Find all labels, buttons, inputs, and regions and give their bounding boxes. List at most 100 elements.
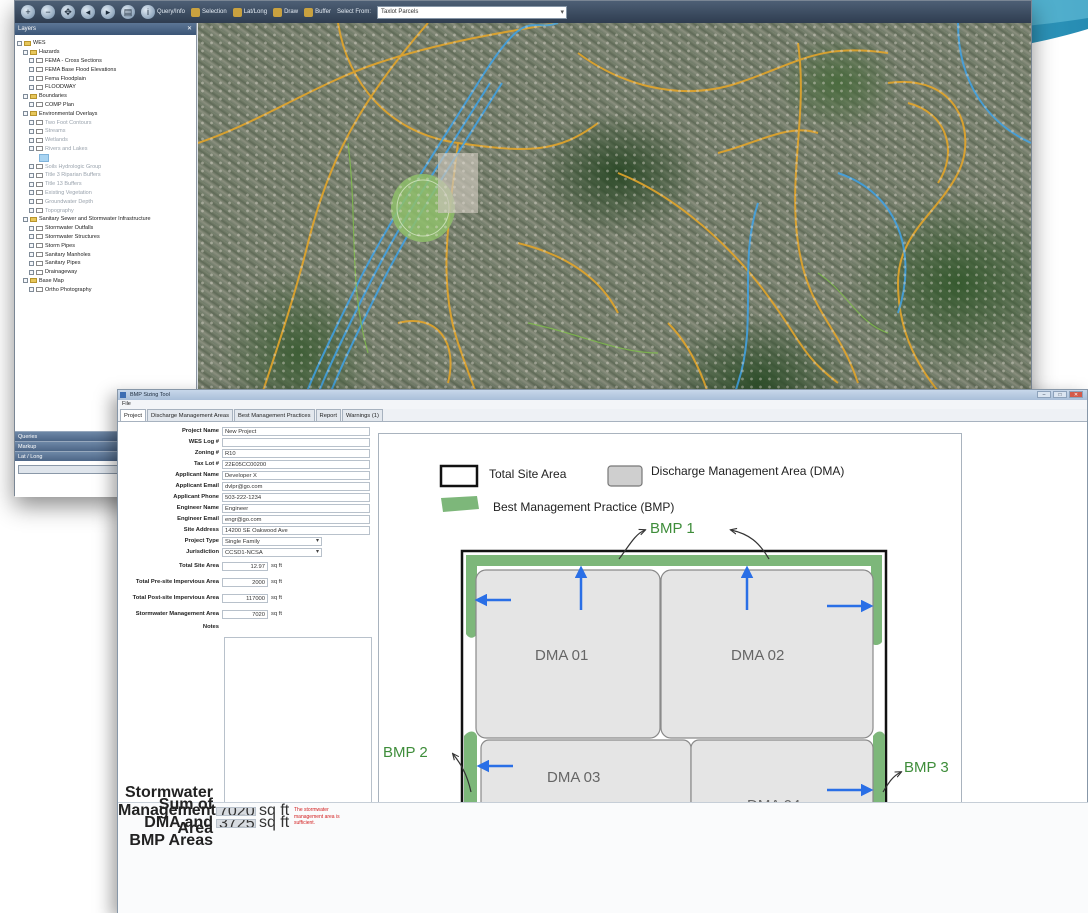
legend-bmp-swatch [441,496,479,512]
layer-checkbox[interactable] [29,287,34,293]
layer-checkbox[interactable] [23,278,28,284]
layer-item[interactable]: Sanitary Sewer and Stormwater Infrastruc… [17,215,196,224]
layer-checkbox[interactable] [29,225,34,231]
layer-symbol-icon [36,146,43,152]
layer-checkbox[interactable] [29,137,34,143]
layer-checkbox[interactable] [29,181,34,187]
layer-item[interactable]: Two Foot Contours [17,118,196,127]
forward-icon[interactable]: ▸ [101,5,115,19]
layer-item[interactable]: Base Map [17,277,196,286]
jurisdiction-select[interactable]: CCSD1-NCSA [222,547,322,557]
layer-item[interactable]: Stormwater Structures [17,233,196,242]
layer-item[interactable]: WES [17,39,196,48]
layer-checkbox[interactable] [29,234,34,240]
project-type-select[interactable]: Single Family [222,536,322,546]
layer-checkbox[interactable] [29,128,34,134]
zoom-in-icon[interactable]: + [21,5,35,19]
layer-item[interactable]: Sanitary Manholes [17,250,196,259]
print-icon[interactable]: ▤ [121,5,135,19]
close-window-icon[interactable]: ✕ [1069,391,1083,398]
post-impervious-input[interactable]: 117000 [222,593,268,603]
layer-item[interactable]: Existing Vegetation [17,189,196,198]
latlong-button[interactable]: Lat/Long [232,7,267,17]
layer-item[interactable]: Hazards [17,48,196,57]
zoom-out-icon[interactable]: − [41,5,55,19]
layer-checkbox[interactable] [29,199,34,205]
layer-checkbox[interactable] [29,260,34,266]
minimize-icon[interactable]: – [1037,391,1051,398]
layer-checkbox[interactable] [29,269,34,275]
layer-checkbox[interactable] [29,102,34,108]
layer-checkbox[interactable] [23,111,28,117]
buffer-button[interactable]: Buffer [304,7,331,17]
layer-checkbox[interactable] [29,146,34,152]
query-info-button[interactable]: i Query/Info [141,5,185,19]
close-icon[interactable]: ✕ [187,23,192,35]
select-from-dropdown[interactable]: Taxlot Parcels [377,5,567,19]
layer-checkbox[interactable] [29,252,34,258]
layer-item[interactable]: Topography [17,206,196,215]
layer-checkbox[interactable] [23,49,28,55]
layer-checkbox[interactable] [29,84,34,90]
layer-item[interactable]: Streams [17,127,196,136]
wes-log-input[interactable] [222,437,370,447]
total-site-area-label: Total Site Area [179,563,219,569]
menu-file[interactable]: File [122,401,131,407]
layer-item[interactable]: Stormwater Outfalls [17,224,196,233]
tab-report[interactable]: Report [315,409,341,421]
layer-checkbox[interactable] [29,76,34,82]
layer-item[interactable]: Soils Hydrologic Group [17,162,196,171]
tab-project[interactable]: Project [120,409,147,421]
tab-warnings[interactable]: Warnings (1) [341,409,383,421]
layer-checkbox[interactable] [23,93,28,99]
engineer-name-input[interactable]: Engineer [222,503,370,513]
pan-icon[interactable]: ✥ [61,5,75,19]
layer-item[interactable]: Environmental Overlays [17,109,196,118]
total-site-area-input[interactable]: 12.97 [222,561,268,571]
project-name-input[interactable]: New Project [222,426,370,436]
site-address-input[interactable]: 14200 SE Oakwood Ave [222,525,370,535]
layer-checkbox[interactable] [29,67,34,73]
pre-impervious-input[interactable]: 2000 [222,577,268,587]
layer-checkbox[interactable] [29,58,34,64]
layer-item[interactable]: Rivers and Lakes [17,145,196,154]
layer-checkbox[interactable] [17,40,22,46]
layer-checkbox[interactable] [29,164,34,170]
layer-item[interactable]: FEMA - Cross Sections [17,57,196,66]
layer-item[interactable]: Storm Pipes [17,241,196,250]
applicant-phone-input[interactable]: 503-222-1234 [222,492,370,502]
selection-button[interactable]: Selection [191,7,227,17]
zoning-input[interactable]: R10 [222,448,370,458]
layer-item[interactable]: Groundwater Depth [17,197,196,206]
layer-checkbox[interactable] [23,216,28,222]
layer-item[interactable]: FLOODWAY [17,83,196,92]
engineer-email-input[interactable]: engr@go.com [222,514,370,524]
stormwater-area-input[interactable]: 7020 [222,609,268,619]
engineer-email-row: Engineer Email engr@go.com [118,514,370,524]
layer-checkbox[interactable] [29,190,34,196]
layer-item[interactable]: Title 3 Riparian Buffers [17,171,196,180]
tab-best-management-practices[interactable]: Best Management Practices [234,409,315,421]
layer-item[interactable]: Drainageway [17,268,196,277]
layer-item[interactable]: COMP Plan [17,101,196,110]
layer-checkbox[interactable] [29,172,34,178]
layer-checkbox[interactable] [29,120,34,126]
layer-item[interactable]: FEMA Base Flood Elevations [17,65,196,74]
layer-checkbox[interactable] [29,208,34,214]
layer-item[interactable]: Ortho Photography [17,285,196,294]
layer-item[interactable]: Title 13 Buffers [17,180,196,189]
maximize-icon[interactable]: □ [1053,391,1067,398]
applicant-email-input[interactable]: dvlpr@go.com [222,481,370,491]
layer-checkbox[interactable] [29,243,34,249]
layer-item[interactable]: Fema Floodplain [17,74,196,83]
layer-item[interactable]: Wetlands [17,136,196,145]
tax-lot-input[interactable]: 22E05CC00200 [222,459,370,469]
tab-discharge-management-areas[interactable]: Discharge Management Areas [147,409,234,421]
layer-label: COMP Plan [45,101,74,108]
back-icon[interactable]: ◂ [81,5,95,19]
layer-item[interactable] [17,153,196,162]
layer-item[interactable]: Boundaries [17,92,196,101]
layer-item[interactable]: Sanitary Pipes [17,259,196,268]
applicant-name-input[interactable]: Developer X [222,470,370,480]
draw-button[interactable]: Draw [273,7,298,17]
